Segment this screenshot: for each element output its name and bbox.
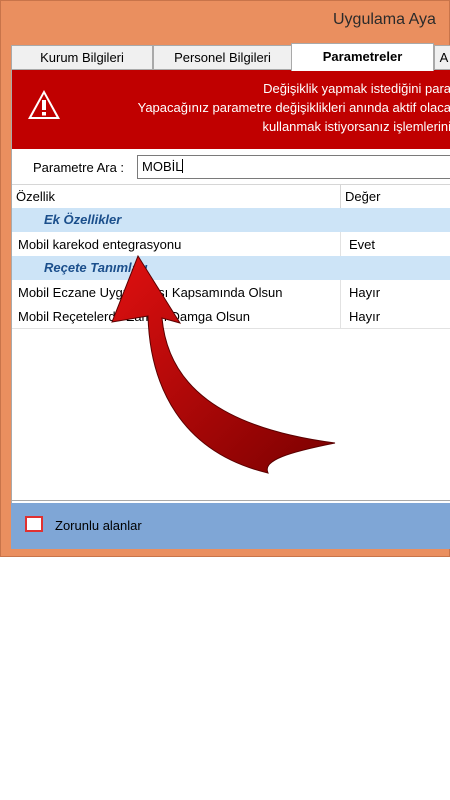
- grid-bottom-border: [12, 500, 450, 501]
- category-row[interactable]: Ek Özellikler: [12, 208, 450, 233]
- tab-label: A: [439, 50, 449, 65]
- header-value[interactable]: Değer: [345, 189, 380, 204]
- banner-line: kullanmak istiyorsanız işlemlerini: [262, 119, 450, 134]
- window-title: Uygulama Aya: [333, 11, 436, 28]
- title-bar[interactable]: Uygulama Aya: [1, 1, 450, 41]
- column-divider: [340, 232, 341, 256]
- property-row[interactable]: Mobil Eczane Uygulaması Kapsamında Olsun…: [12, 280, 450, 305]
- search-value: MOBİL: [142, 159, 183, 174]
- header-property[interactable]: Özellik: [16, 189, 55, 204]
- banner-line: Değişiklik yapmak istediğini para: [263, 81, 450, 96]
- column-divider: [340, 280, 341, 304]
- category-row[interactable]: Reçete Tanımları: [12, 256, 450, 281]
- tab-strip: Kurum Bilgileri Personel Bilgileri Param…: [11, 43, 450, 71]
- required-fields-label: Zorunlu alanlar: [55, 518, 142, 533]
- property-name: Mobil Reçetelerde Zaman Damga Olsun: [18, 309, 250, 324]
- parameter-search: Parametre Ara : MOBİL: [12, 154, 450, 184]
- tab-label: Personel Bilgileri: [174, 50, 271, 65]
- tab-kurum-bilgileri[interactable]: Kurum Bilgileri: [11, 45, 153, 69]
- text-cursor: [182, 159, 184, 173]
- banner-line: Yapacağınız parametre değişiklikleri anı…: [137, 100, 450, 115]
- property-name: Mobil karekod entegrasyonu: [18, 237, 182, 252]
- property-row[interactable]: Mobil Reçetelerde Zaman Damga Olsun Hayı…: [12, 304, 450, 329]
- property-value[interactable]: Evet: [349, 237, 375, 252]
- property-name: Mobil Eczane Uygulaması Kapsamında Olsun: [18, 285, 283, 300]
- tab-parametreler[interactable]: Parametreler: [291, 43, 434, 71]
- category-label: Reçete Tanımları: [44, 260, 148, 275]
- search-label: Parametre Ara :: [33, 160, 125, 175]
- search-input[interactable]: MOBİL: [137, 155, 450, 179]
- column-divider: [340, 304, 341, 328]
- status-footer: Zorunlu alanlar: [11, 503, 450, 549]
- settings-window: Uygulama Aya Kurum Bilgileri Personel Bi…: [0, 0, 450, 557]
- tab-label: Parametreler: [322, 49, 403, 64]
- grid-header: Özellik Değer: [12, 184, 450, 210]
- banner-message: Değişiklik yapmak istediğini para Yapaca…: [0, 79, 450, 136]
- property-value[interactable]: Hayır: [349, 285, 380, 300]
- warning-banner: Değişiklik yapmak istediğini para Yapaca…: [12, 70, 450, 149]
- required-field-swatch: [25, 516, 43, 532]
- tab-personel-bilgileri[interactable]: Personel Bilgileri: [153, 45, 292, 69]
- category-label: Ek Özellikler: [44, 212, 122, 227]
- tab-a[interactable]: A: [434, 45, 450, 69]
- tab-content: Değişiklik yapmak istediğini para Yapaca…: [11, 69, 450, 549]
- tab-label: Kurum Bilgileri: [40, 50, 124, 65]
- property-value[interactable]: Hayır: [349, 309, 380, 324]
- property-row[interactable]: Mobil karekod entegrasyonu Evet: [12, 232, 450, 257]
- column-divider[interactable]: [340, 185, 341, 209]
